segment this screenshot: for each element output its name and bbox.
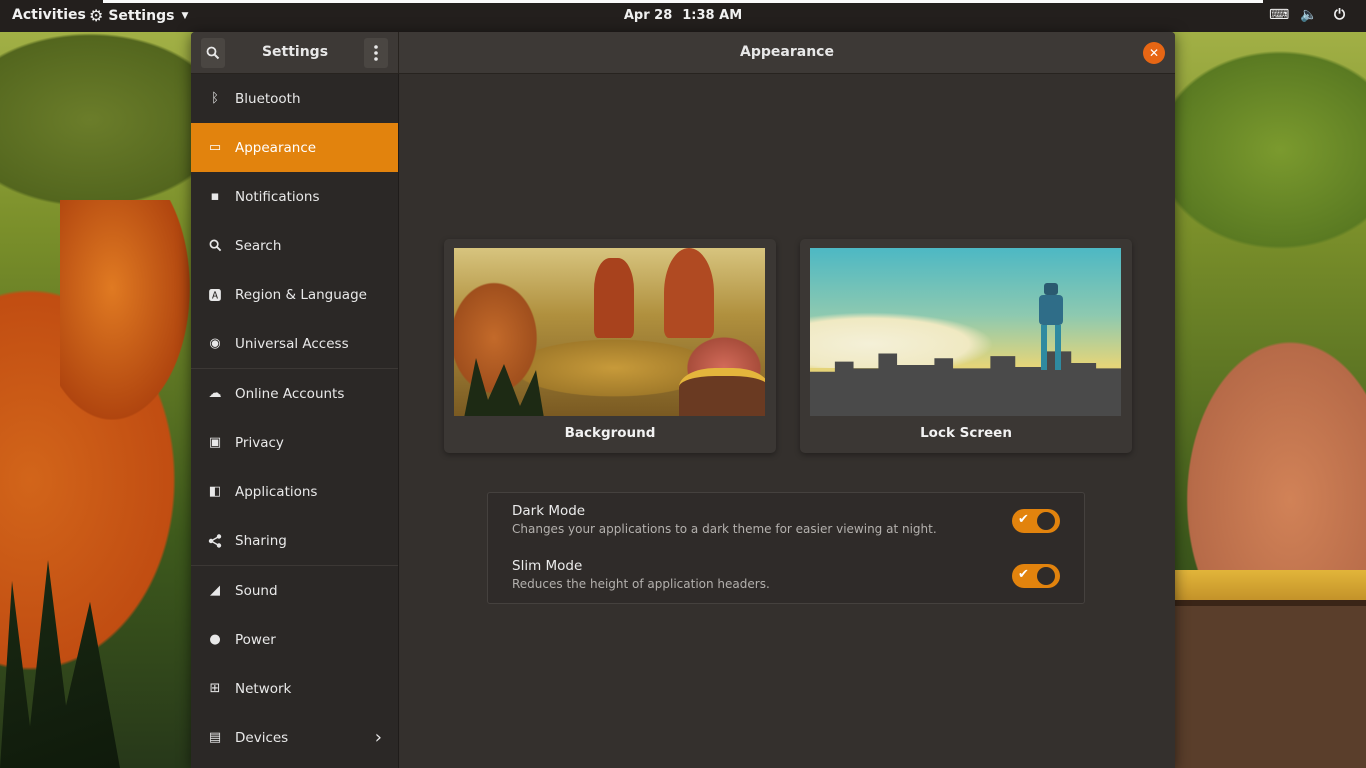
thumbnail-shape	[594, 258, 634, 338]
keyboard-icon[interactable]: ⌨	[1269, 7, 1289, 23]
robot-part	[1055, 325, 1061, 370]
background-card[interactable]: Background	[444, 239, 776, 453]
sidebar-item-label: Network	[235, 680, 292, 697]
clock[interactable]: Apr 28 1:38 AM	[0, 8, 1366, 23]
sidebar-item-privacy[interactable]: ▣ Privacy	[191, 418, 398, 467]
sidebar-item-appearance[interactable]: ▭ Appearance	[191, 123, 398, 172]
wallpaper-shape	[60, 200, 190, 420]
main-content: Background Lock Screen Dark Mode Changes…	[399, 74, 1175, 768]
settings-window: Settings Appearance ✕ ᛒ Bluetooth ▭ Appe…	[191, 32, 1175, 768]
accessibility-icon: ◉	[209, 336, 221, 351]
sidebar-item-label: Power	[235, 631, 276, 648]
sidebar-item-notifications[interactable]: ▪ Notifications	[191, 172, 398, 221]
sidebar-item-label: Applications	[235, 483, 318, 500]
setting-description: Reduces the height of application header…	[512, 577, 770, 591]
more-vertical-icon	[374, 45, 378, 61]
robot-part	[1044, 283, 1058, 295]
robot-part	[1039, 295, 1063, 325]
sidebar-item-universal-access[interactable]: ◉ Universal Access	[191, 319, 398, 368]
lock-screen-thumbnail	[810, 248, 1121, 416]
clock-date: Apr 28	[623, 8, 673, 23]
privacy-icon: ▣	[208, 435, 222, 450]
network-icon: ⊞	[209, 681, 221, 696]
sidebar-item-bluetooth[interactable]: ᛒ Bluetooth	[191, 74, 398, 123]
robot-figure	[1035, 283, 1065, 373]
sidebar-item-label: Sound	[235, 582, 278, 599]
thumbnail-shape	[810, 308, 1010, 368]
sidebar-header: Settings	[191, 32, 399, 74]
thumbnail-shape	[464, 358, 544, 416]
share-icon	[206, 532, 224, 550]
dark-mode-toggle[interactable]: ✔	[1012, 509, 1060, 533]
close-button[interactable]: ✕	[1143, 42, 1165, 64]
background-card-label: Background	[564, 425, 656, 441]
search-icon	[206, 237, 224, 255]
menu-button[interactable]	[364, 38, 388, 68]
sidebar-item-label: Search	[235, 237, 282, 254]
sidebar-item-label: Universal Access	[235, 335, 349, 352]
sidebar-item-label: Privacy	[235, 434, 284, 451]
top-panel: Activities ⚙ Settings ▼ Apr 28 1:38 AM ⌨ …	[0, 0, 1366, 32]
wallpaper-shape	[1175, 600, 1366, 768]
sidebar-item-sound[interactable]: ◢ Sound	[191, 566, 398, 615]
clock-time: 1:38 AM	[682, 8, 743, 23]
lock-screen-card[interactable]: Lock Screen	[800, 239, 1132, 453]
chevron-right-icon: ›	[374, 727, 382, 748]
sidebar-item-label: Online Accounts	[235, 385, 345, 402]
sidebar-item-region-language[interactable]: 🅰 Region & Language	[191, 270, 398, 319]
panel-highlight	[103, 0, 1263, 3]
sidebar-item-search[interactable]: Search	[191, 221, 398, 270]
setting-title: Slim Mode	[512, 558, 583, 574]
display-icon: ▭	[208, 140, 222, 155]
dark-mode-row: Dark Mode Changes your applications to a…	[512, 503, 1072, 536]
cloud-icon: ☁	[208, 386, 222, 401]
robot-part	[1041, 325, 1047, 370]
sound-icon: ◢	[210, 583, 220, 598]
setting-title: Dark Mode	[512, 503, 586, 519]
close-icon: ✕	[1148, 46, 1160, 60]
toggle-knob	[1037, 512, 1055, 530]
bluetooth-icon: ᛒ	[211, 91, 219, 106]
appearance-settings-list: Dark Mode Changes your applications to a…	[487, 492, 1085, 604]
check-icon: ✔	[1018, 567, 1029, 582]
sidebar-item-sharing[interactable]: Sharing	[191, 516, 398, 565]
sidebar-item-power[interactable]: ● Power	[191, 615, 398, 664]
sidebar-item-label: Sharing	[235, 532, 287, 549]
system-tray: ⌨ 🔈 ⏻	[1269, 7, 1348, 23]
sidebar-item-label: Region & Language	[235, 286, 367, 303]
toggle-knob	[1037, 567, 1055, 585]
sidebar-item-network[interactable]: ⊞ Network	[191, 664, 398, 713]
page-title: Appearance	[740, 44, 834, 60]
notifications-icon: ▪	[210, 189, 220, 204]
sidebar-item-label: Devices	[235, 729, 289, 746]
thumbnail-shape	[664, 248, 714, 338]
devices-icon: ▤	[208, 730, 222, 745]
setting-description: Changes your applications to a dark them…	[512, 522, 937, 536]
slim-mode-toggle[interactable]: ✔	[1012, 564, 1060, 588]
sidebar-item-label: Bluetooth	[235, 90, 301, 107]
check-icon: ✔	[1018, 512, 1029, 527]
slim-mode-row: Slim Mode Reduces the height of applicat…	[512, 558, 1072, 591]
sidebar-item-label: Appearance	[235, 139, 317, 156]
power-menu-icon[interactable]: ⏻	[1331, 7, 1348, 23]
lock-screen-card-label: Lock Screen	[920, 425, 1012, 441]
applications-icon: ◧	[208, 484, 222, 499]
thumbnail-shape	[679, 368, 765, 416]
power-icon: ●	[209, 632, 221, 647]
region-icon: 🅰	[208, 289, 222, 304]
background-thumbnail	[454, 248, 765, 416]
titlebar: Settings Appearance ✕	[191, 32, 1175, 74]
sidebar-item-applications[interactable]: ◧ Applications	[191, 467, 398, 516]
sidebar-item-label: Notifications	[235, 188, 320, 205]
sidebar-item-devices[interactable]: ▤ Devices ›	[191, 713, 398, 762]
sidebar: ᛒ Bluetooth ▭ Appearance ▪ Notifications…	[191, 74, 399, 768]
sidebar-item-online-accounts[interactable]: ☁ Online Accounts	[191, 369, 398, 418]
volume-icon[interactable]: 🔈	[1300, 7, 1317, 23]
